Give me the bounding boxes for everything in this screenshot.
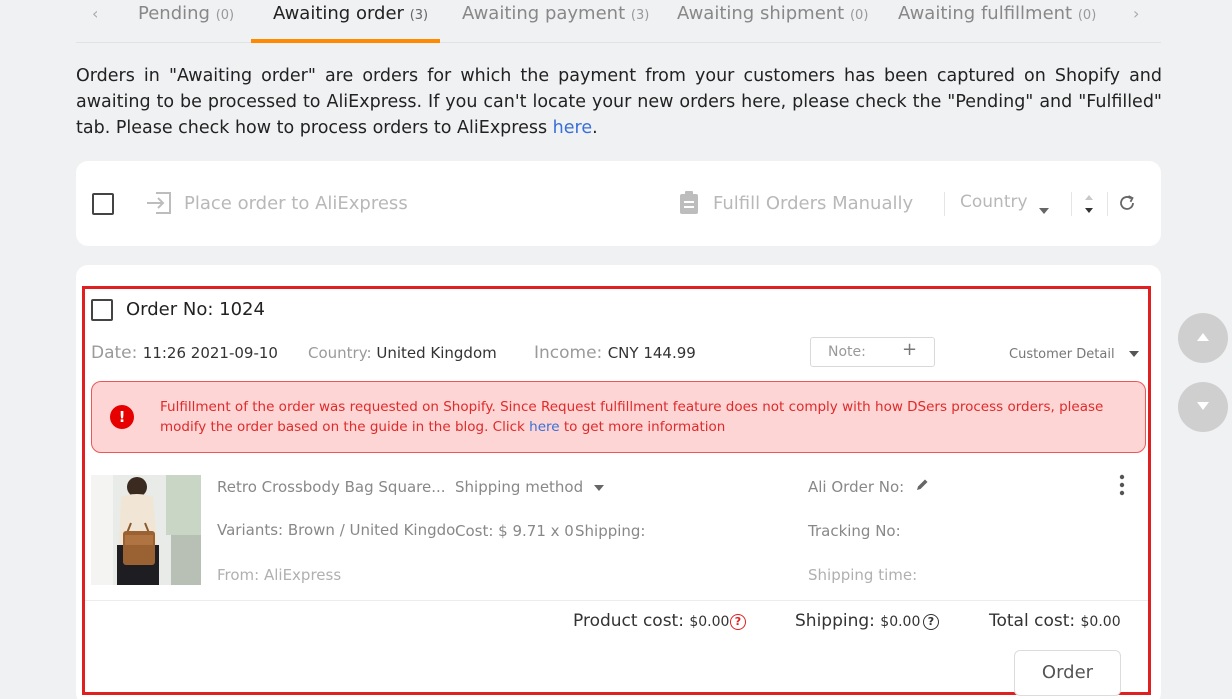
tabs-next-icon[interactable]: › xyxy=(1133,4,1139,23)
shipping-method-select[interactable]: Shipping method xyxy=(455,478,604,496)
shipping-time: Shipping time: xyxy=(808,566,918,584)
active-tab-indicator xyxy=(251,39,440,43)
product-name[interactable]: Retro Crossbody Bag Square... xyxy=(217,478,446,496)
chevron-down-icon xyxy=(593,485,604,491)
order-checkbox[interactable] xyxy=(91,299,113,321)
add-note-icon[interactable]: + xyxy=(902,339,917,360)
note-field[interactable]: Note: + xyxy=(810,337,935,367)
fulfillment-warning-alert: ! Fulfillment of the order was requested… xyxy=(91,381,1146,453)
product-source: From: AliExpress xyxy=(217,566,342,584)
customer-detail-toggle[interactable]: Customer Detail xyxy=(1009,347,1139,362)
product-variants: Variants: Brown / United Kingdo xyxy=(217,521,456,539)
order-button[interactable]: Order xyxy=(1014,650,1121,696)
product-image xyxy=(91,475,201,585)
bulk-action-toolbar: Place order to AliExpress Fulfill Orders… xyxy=(76,161,1161,246)
clipboard-icon xyxy=(679,191,699,219)
scroll-down-button[interactable] xyxy=(1178,382,1228,432)
total-cost-summary: Total cost: $0.00 xyxy=(989,611,1121,631)
select-all-checkbox[interactable] xyxy=(92,193,114,215)
error-icon: ! xyxy=(110,405,134,429)
alert-message: Fulfillment of the order was requested o… xyxy=(160,399,1104,435)
product-cost: Cost: $ 9.71 x 0 xyxy=(455,522,574,540)
order-status-tabs: ‹ Pending (0) Awaiting order (3) Awaitin… xyxy=(76,0,1161,43)
toolbar-divider xyxy=(1107,192,1108,216)
toolbar-divider xyxy=(944,192,945,216)
caret-up-icon xyxy=(1197,333,1209,341)
toolbar-divider xyxy=(1071,192,1072,216)
edit-pencil-icon[interactable] xyxy=(915,478,929,492)
sort-icon[interactable] xyxy=(1084,193,1094,219)
tab-awaiting-fulfillment[interactable]: Awaiting fulfillment (0) xyxy=(898,3,1096,24)
help-icon[interactable]: ? xyxy=(730,614,746,630)
intro-here-link[interactable]: here xyxy=(553,118,592,138)
tabs-prev-icon[interactable]: ‹ xyxy=(92,4,98,23)
more-options-icon[interactable] xyxy=(1119,474,1125,500)
order-country: Country: United Kingdom xyxy=(308,344,497,362)
alert-here-link[interactable]: here xyxy=(529,419,559,435)
tracking-number: Tracking No: xyxy=(808,522,901,540)
help-icon[interactable]: ? xyxy=(923,614,939,630)
chevron-down-icon xyxy=(1128,351,1139,357)
order-income: Income: CNY 144.99 xyxy=(534,343,696,363)
summary-divider xyxy=(85,600,1148,601)
country-select[interactable]: Country xyxy=(960,192,1028,212)
place-order-icon xyxy=(146,192,172,218)
ali-order-number: Ali Order No: xyxy=(808,478,929,496)
order-number: Order No: 1024 xyxy=(126,299,265,320)
item-shipping: Shipping: xyxy=(575,522,646,540)
fulfill-manually-button[interactable]: Fulfill Orders Manually xyxy=(713,193,913,214)
product-cost-summary: Product cost: $0.00 xyxy=(573,611,730,631)
order-date: Date: 11:26 2021-09-10 xyxy=(91,343,278,363)
refresh-icon[interactable] xyxy=(1118,194,1136,216)
tab-awaiting-payment[interactable]: Awaiting payment (3) xyxy=(462,3,649,24)
caret-down-icon xyxy=(1197,402,1209,410)
place-order-button[interactable]: Place order to AliExpress xyxy=(184,193,408,214)
scroll-up-button[interactable] xyxy=(1178,313,1228,363)
intro-paragraph: Orders in "Awaiting order" are orders fo… xyxy=(76,66,1162,138)
chevron-down-icon xyxy=(1039,199,1049,218)
tab-awaiting-shipment[interactable]: Awaiting shipment (0) xyxy=(677,3,868,24)
tab-pending[interactable]: Pending (0) xyxy=(138,3,234,24)
shipping-summary: Shipping: $0.00 xyxy=(795,611,921,631)
tab-awaiting-order[interactable]: Awaiting order (3) xyxy=(273,3,428,24)
